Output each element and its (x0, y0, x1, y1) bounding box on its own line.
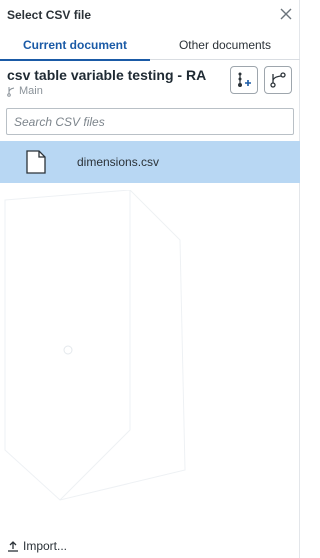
insert-button[interactable] (230, 66, 258, 94)
upload-icon (8, 541, 18, 552)
version-graph-icon (270, 72, 286, 88)
branch-indicator: Main (7, 85, 43, 97)
document-title: csv table variable testing - RA (7, 67, 207, 83)
background-watermark (4, 190, 186, 501)
insert-icon (238, 72, 251, 87)
file-icon (26, 150, 46, 174)
panel-header: Select CSV file (0, 0, 300, 30)
branch-icon (7, 86, 15, 97)
panel-title: Select CSV file (7, 8, 92, 22)
file-list: dimensions.csv (0, 141, 300, 183)
tab-other-documents[interactable]: Other documents (150, 34, 300, 60)
search-input[interactable] (6, 108, 294, 135)
branch-name: Main (19, 85, 43, 97)
document-tabs: Current document Other documents (0, 34, 300, 61)
tab-current-document[interactable]: Current document (0, 34, 150, 61)
select-csv-panel: Select CSV file Current document Other d… (0, 0, 300, 558)
import-button[interactable]: Import... (7, 539, 67, 553)
close-icon[interactable] (278, 6, 294, 22)
list-item[interactable]: dimensions.csv (0, 141, 300, 183)
file-name: dimensions.csv (77, 155, 160, 169)
version-graph-button[interactable] (264, 66, 292, 94)
import-label: Import... (23, 539, 68, 553)
